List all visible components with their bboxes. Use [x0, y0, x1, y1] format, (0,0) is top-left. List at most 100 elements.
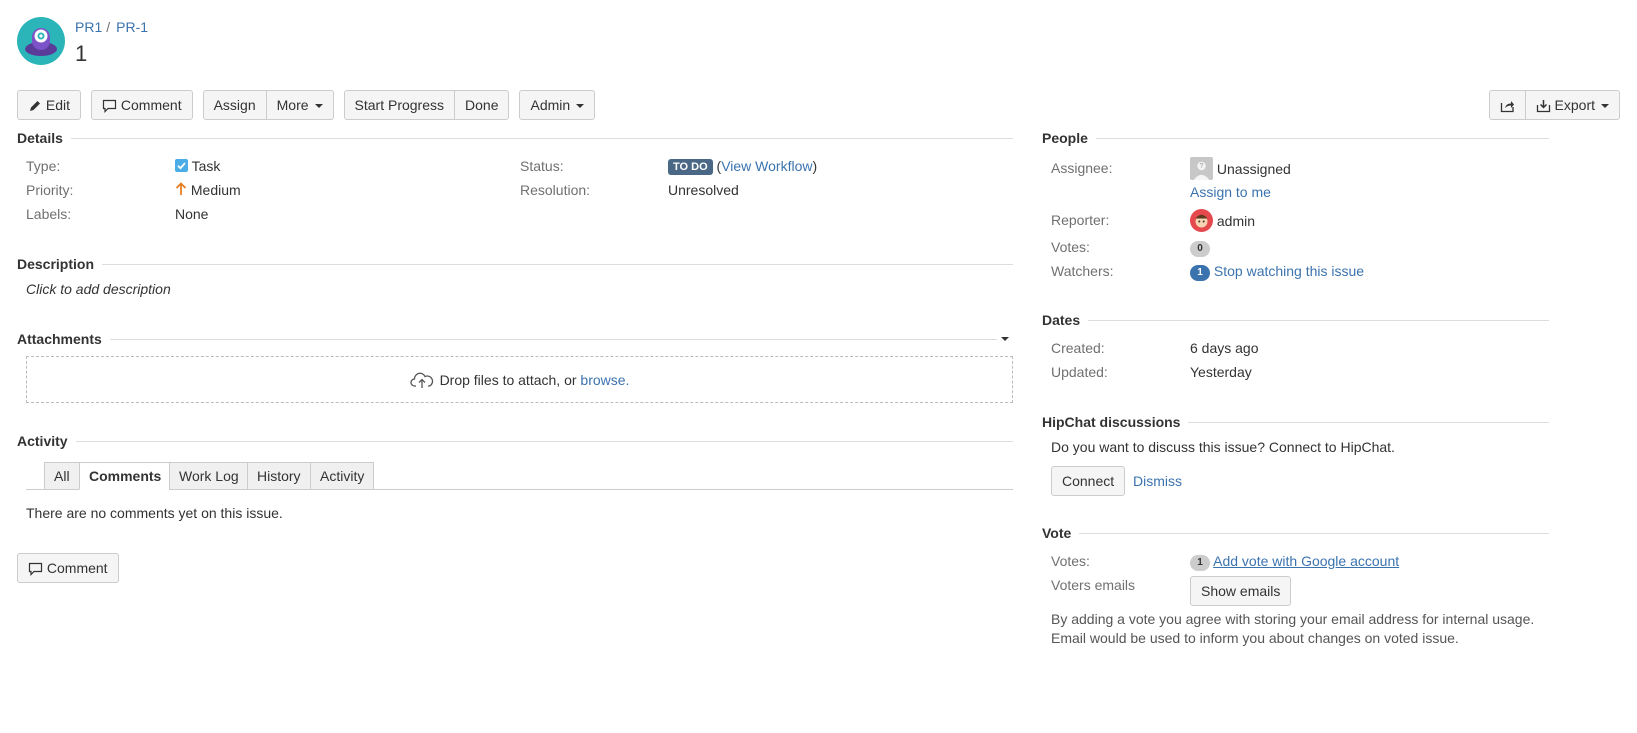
tab-history[interactable]: History [247, 462, 311, 490]
comment-icon [28, 563, 43, 577]
more-dropdown[interactable]: More [266, 90, 334, 120]
edit-button-label: Edit [45, 97, 71, 113]
hipchat-heading-text: HipChat discussions [1042, 414, 1181, 430]
assign-button[interactable]: Assign [202, 90, 267, 120]
admin-dropdown-label: Admin [530, 97, 571, 113]
breadcrumb-issue-link[interactable]: PR-1 [116, 19, 148, 35]
divider [109, 338, 997, 340]
vote-disclaimer: By adding a vote you agree with storing … [1051, 610, 1551, 648]
activity-section-heading[interactable]: Activity [17, 433, 1013, 449]
add-comment-label: Comment [46, 560, 108, 576]
stop-watching-link[interactable]: Stop watching this issue [1214, 263, 1364, 279]
chevron-down-icon [314, 104, 323, 109]
description-placeholder[interactable]: Click to add description [26, 281, 171, 297]
divider [1188, 421, 1549, 423]
dates-section-heading[interactable]: Dates [1042, 312, 1549, 328]
issue-summary[interactable]: 1 [75, 41, 87, 67]
people-heading-text: People [1042, 130, 1088, 146]
breadcrumb: PR1/ PR-1 [75, 19, 148, 35]
done-button[interactable]: Done [455, 90, 510, 120]
export-dropdown[interactable]: Export [1525, 90, 1620, 120]
activity-heading-text: Activity [17, 433, 68, 449]
admin-dropdown[interactable]: Admin [519, 90, 596, 120]
view-workflow-link[interactable]: View Workflow [721, 158, 812, 174]
hipchat-section-heading[interactable]: HipChat discussions [1042, 414, 1549, 430]
people-section-heading[interactable]: People [1042, 130, 1549, 146]
attachment-dropzone[interactable]: Drop files to attach, or browse. [26, 356, 1013, 403]
collapse-caret-icon[interactable] [1001, 337, 1009, 341]
add-comment-button[interactable]: Comment [17, 553, 119, 583]
paren-close: ) [812, 158, 818, 174]
type-label: Type: [26, 158, 61, 174]
tab-comments[interactable]: Comments [79, 462, 172, 490]
details-heading-text: Details [17, 130, 63, 146]
hipchat-dismiss-link[interactable]: Dismiss [1133, 473, 1182, 489]
vote-heading-text: Vote [1042, 525, 1072, 541]
priority-value-text: Medium [190, 182, 241, 198]
divider [75, 440, 1013, 442]
status-value: TO DO (View Workflow) [668, 158, 817, 175]
tab-all[interactable]: All [44, 462, 80, 490]
share-icon [1500, 101, 1514, 113]
activity-tabs: All Comments Work Log History Activity [26, 462, 1013, 490]
breadcrumb-project-link[interactable]: PR1 [75, 19, 102, 35]
assignee-name: Unassigned [1216, 161, 1291, 177]
admin-avatar-icon [1190, 209, 1213, 232]
votes-count-badge: 0 [1190, 241, 1210, 257]
tab-work-log[interactable]: Work Log [169, 462, 249, 490]
details-section-heading[interactable]: Details [17, 130, 1013, 146]
attachments-section-heading[interactable]: Attachments [17, 331, 1013, 347]
created-value: 6 days ago [1190, 340, 1259, 356]
watchers-count-badge[interactable]: 1 [1190, 265, 1210, 281]
hipchat-connect-button[interactable]: Connect [1051, 466, 1126, 496]
comment-button-label: Comment [120, 97, 182, 113]
browse-link[interactable]: browse. [580, 372, 629, 388]
no-comments-message: There are no comments yet on this issue. [26, 505, 283, 521]
assign-more-group: Assign More [202, 90, 334, 120]
hipchat-prompt: Do you want to discuss this issue? Conne… [1051, 439, 1395, 455]
vote-disclaimer-line-2: Email would be used to inform you about … [1051, 630, 1459, 646]
votes-label: Votes: [1051, 239, 1090, 255]
status-badge: TO DO [668, 159, 713, 175]
type-value-text: Task [191, 158, 221, 174]
votes-value: 0 [1190, 239, 1210, 257]
share-button[interactable] [1488, 90, 1526, 120]
show-emails-button[interactable]: Show emails [1190, 576, 1292, 606]
task-checkbox-icon [175, 159, 188, 172]
created-label: Created: [1051, 340, 1105, 356]
workflow-group: Start Progress Done [343, 90, 510, 120]
voters-emails-label: Voters emails [1051, 577, 1136, 593]
divider [1088, 319, 1549, 321]
reporter-name: admin [1216, 213, 1256, 229]
start-progress-button[interactable]: Start Progress [343, 90, 456, 120]
watchers-value: 1 Stop watching this issue [1190, 263, 1364, 281]
comment-button[interactable]: Comment [91, 90, 193, 120]
vote-disclaimer-line-1: By adding a vote you agree with storing … [1051, 611, 1535, 627]
resolution-label: Resolution: [520, 182, 591, 198]
updated-label: Updated: [1051, 364, 1108, 380]
priority-value: Medium [175, 182, 241, 198]
attachments-heading-text: Attachments [17, 331, 102, 347]
chevron-down-icon [576, 104, 585, 109]
description-section-heading[interactable]: Description [17, 256, 1013, 272]
resolution-value: Unresolved [668, 182, 739, 198]
breadcrumb-separator: / [106, 19, 111, 35]
assignee-value[interactable]: ? Unassigned [1190, 157, 1291, 180]
chevron-down-icon [1601, 104, 1609, 109]
vote-section-heading[interactable]: Vote [1042, 525, 1549, 541]
project-avatar[interactable] [17, 17, 65, 65]
add-vote-google-link[interactable]: Add vote with Google account [1213, 553, 1399, 569]
comment-icon [102, 100, 117, 114]
tab-activity[interactable]: Activity [310, 462, 375, 490]
edit-button[interactable]: Edit [17, 90, 82, 120]
vote-votes-label: Votes: [1051, 553, 1090, 569]
reporter-value[interactable]: admin [1190, 209, 1255, 232]
description-heading-text: Description [17, 256, 95, 272]
divider [1079, 532, 1549, 534]
reporter-label: Reporter: [1051, 212, 1110, 228]
type-value: Task [175, 158, 220, 174]
export-icon [1536, 100, 1550, 113]
status-label: Status: [520, 158, 564, 174]
labels-value[interactable]: None [175, 206, 208, 222]
assign-to-me-link[interactable]: Assign to me [1190, 184, 1271, 200]
